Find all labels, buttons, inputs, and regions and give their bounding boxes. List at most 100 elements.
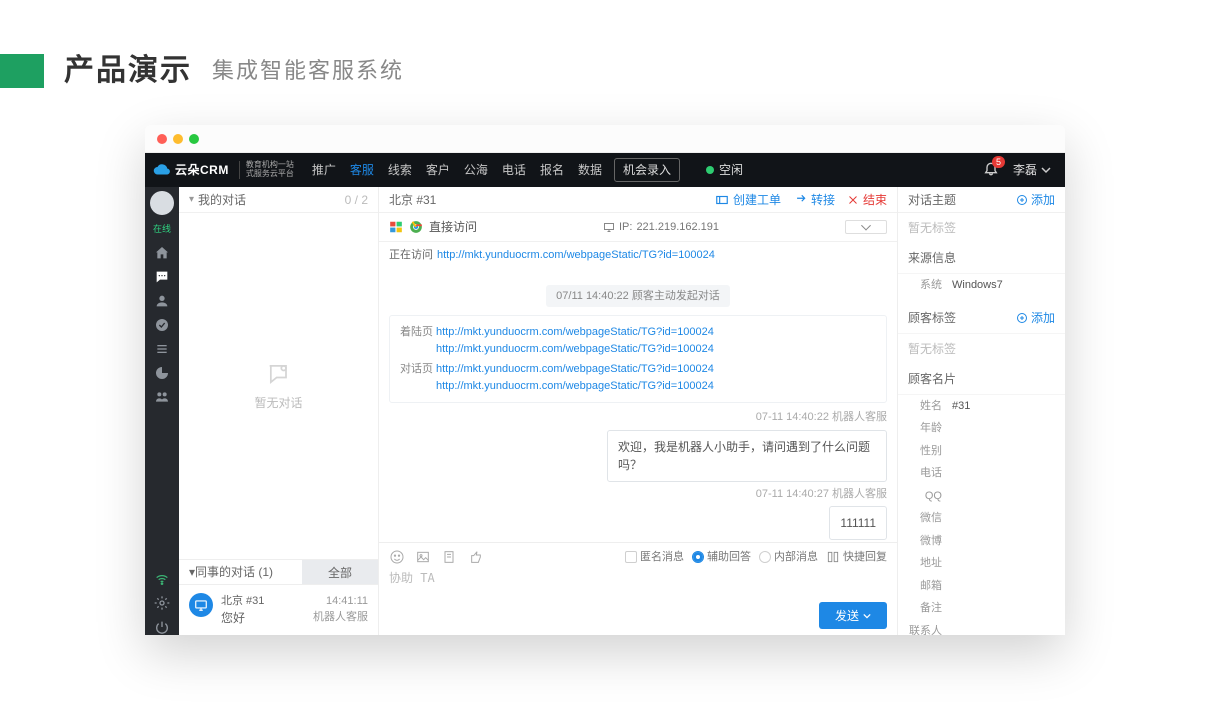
idle-label: 空闲 (719, 161, 743, 179)
icon-sidebar: 在线 (145, 187, 179, 635)
wifi-icon[interactable] (154, 571, 170, 587)
nav-signup[interactable]: 报名 (540, 161, 564, 179)
pages-card: 着陆页http://mkt.yunduocrm.com/webpageStati… (389, 315, 887, 403)
slide-heading: 产品演示 (64, 48, 192, 93)
card-row[interactable]: 联系人 (898, 620, 1065, 636)
message-input[interactable] (389, 569, 887, 593)
card-row[interactable]: 姓名#31 (898, 395, 1065, 418)
peer-tab-all[interactable]: 全部 (302, 560, 378, 584)
plus-circle-icon (1016, 312, 1028, 324)
tags-add-button[interactable]: 添加 (1016, 309, 1055, 327)
nav-pool[interactable]: 公海 (464, 161, 488, 179)
dialog-label: 对话页 (400, 361, 436, 378)
nav-customers[interactable]: 客户 (426, 161, 450, 179)
assist-radio[interactable]: 辅助回答 (692, 549, 751, 566)
transfer-icon (793, 193, 807, 207)
user-menu[interactable]: 李磊 (1013, 161, 1051, 179)
user-name: 李磊 (1013, 161, 1037, 179)
minimize-dot[interactable] (173, 134, 183, 144)
card-row[interactable]: 电话 (898, 462, 1065, 485)
chat-scroll[interactable]: 07/11 14:40:22 顾客主动发起对话 着陆页http://mkt.yu… (379, 269, 897, 542)
card-row[interactable]: 性别 (898, 440, 1065, 463)
nav-data[interactable]: 数据 (578, 161, 602, 179)
brand-logo[interactable]: 云朵CRM 教育机构一站式服务云平台 (153, 161, 294, 179)
nav-promo[interactable]: 推广 (312, 161, 336, 179)
ip-display: IP: 221.219.162.191 (603, 219, 719, 236)
app-window: 云朵CRM 教育机构一站式服务云平台 推广 客服 线索 客户 公海 电话 报名 … (145, 125, 1065, 635)
mac-titlebar (145, 125, 1065, 153)
thumbs-up-icon[interactable] (467, 549, 483, 565)
plus-circle-icon (1016, 194, 1028, 206)
landing-link-1[interactable]: http://mkt.yunduocrm.com/webpageStatic/T… (436, 324, 876, 341)
zoom-dot[interactable] (189, 134, 199, 144)
landing-link-2[interactable]: http://mkt.yunduocrm.com/webpageStatic/T… (436, 341, 876, 358)
transfer-button[interactable]: 转接 (793, 191, 835, 209)
nav-links: 推广 客服 线索 客户 公海 电话 报名 数据 (312, 161, 602, 179)
power-icon[interactable] (154, 619, 170, 635)
card-row[interactable]: 邮箱 (898, 575, 1065, 598)
topic-label: 对话主题 (908, 191, 956, 209)
stats-icon[interactable] (154, 365, 170, 381)
no-customer-tag: 暂无标签 (898, 334, 1065, 364)
card-row[interactable]: 微信 (898, 507, 1065, 530)
empty-text: 暂无对话 (254, 394, 302, 412)
nav-service[interactable]: 客服 (350, 161, 374, 179)
send-button[interactable]: 发送 (819, 602, 887, 629)
emoji-icon[interactable] (389, 549, 405, 565)
msg-meta-2: 07-11 14:40:27 机器人客服 (389, 486, 887, 503)
user-icon[interactable] (154, 293, 170, 309)
end-button[interactable]: 结束 (847, 191, 887, 209)
card-row[interactable]: 年龄 (898, 417, 1065, 440)
close-dot[interactable] (157, 134, 167, 144)
column-icon (826, 550, 840, 564)
nav-leads[interactable]: 线索 (388, 161, 412, 179)
group-icon[interactable] (154, 389, 170, 405)
internal-radio[interactable]: 内部消息 (759, 549, 818, 566)
gear-icon[interactable] (154, 595, 170, 611)
card-row[interactable]: 备注 (898, 597, 1065, 620)
visiting-label: 正在访问 (389, 247, 433, 264)
quick-reply-button[interactable]: 快捷回复 (826, 549, 887, 566)
avatar[interactable] (150, 191, 174, 215)
topic-add-button[interactable]: 添加 (1016, 191, 1055, 209)
dialog-link-1[interactable]: http://mkt.yunduocrm.com/webpageStatic/T… (436, 361, 876, 378)
monitor-icon (189, 593, 213, 617)
conversation-item[interactable]: 北京 #31 您好 14:41:11 机器人客服 (179, 585, 378, 636)
online-status: 在线 (153, 223, 171, 237)
my-conversations-header[interactable]: ▾ 我的对话 0 / 2 (179, 187, 378, 213)
notifications-button[interactable]: 5 (983, 160, 999, 181)
nav-phone[interactable]: 电话 (502, 161, 526, 179)
compose-area: 匿名消息 辅助回答 内部消息 快捷回复 发送 (379, 542, 897, 636)
chevron-down-icon (1041, 165, 1051, 175)
chat-header: 北京 #31 创建工单 转接 结束 (379, 187, 897, 213)
msg-meta-1: 07-11 14:40:22 机器人客服 (389, 409, 887, 426)
record-opportunity-button[interactable]: 机会录入 (614, 158, 680, 182)
windows-icon (389, 220, 403, 234)
brand-sub: 教育机构一站式服务云平台 (239, 161, 294, 179)
visiting-url[interactable]: http://mkt.yunduocrm.com/webpageStatic/T… (437, 247, 715, 264)
empty-icon (265, 360, 293, 388)
brand-name: 云朵CRM (175, 161, 229, 179)
card-row[interactable]: QQ (898, 485, 1065, 508)
caret-down-icon: ▾ (189, 192, 194, 207)
access-source: 直接访问 (429, 218, 477, 236)
attachment-icon[interactable] (441, 549, 457, 565)
dialog-link-2[interactable]: http://mkt.yunduocrm.com/webpageStatic/T… (436, 378, 876, 395)
kv-system: 系统Windows7 (898, 274, 1065, 297)
peer-header-toggle[interactable]: ▾ 同事的对话 (1) (179, 563, 302, 581)
card-row[interactable]: 地址 (898, 552, 1065, 575)
chat-icon[interactable] (154, 269, 170, 285)
image-icon[interactable] (415, 549, 431, 565)
menu-icon[interactable] (154, 341, 170, 357)
home-icon[interactable] (154, 245, 170, 261)
card-row[interactable]: 微博 (898, 530, 1065, 553)
chat-title: 北京 #31 (389, 191, 436, 209)
anon-checkbox[interactable]: 匿名消息 (625, 549, 684, 566)
idle-status[interactable]: 空闲 (706, 161, 743, 179)
bot-bubble-1: 欢迎，我是机器人小助手，请问遇到了什么问题吗？ (607, 430, 887, 482)
expand-toggle[interactable] (845, 220, 887, 234)
create-ticket-button[interactable]: 创建工单 (715, 191, 781, 209)
check-icon[interactable] (154, 317, 170, 333)
slide-title: 产品演示 集成智能客服系统 (0, 0, 1210, 107)
landing-label: 着陆页 (400, 324, 436, 341)
